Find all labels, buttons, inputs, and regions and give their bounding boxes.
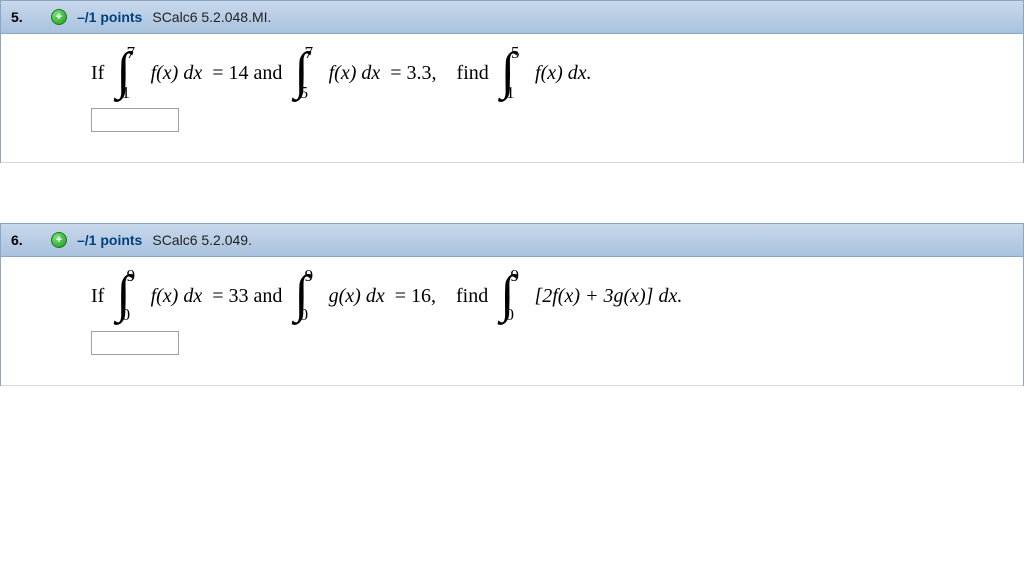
question-number: 5. — [11, 9, 41, 25]
text-if: If — [91, 62, 110, 85]
math-expression: If ∫ 9 0 f(x) dx = 33 and ∫ 9 0 g(x) dx … — [91, 275, 983, 319]
points-label: –/1 points — [77, 232, 142, 248]
integrand: [2f(x) + 3g(x)] dx. — [516, 285, 682, 308]
integral-upper: 7 — [305, 45, 314, 60]
integral-lower: 5 — [300, 85, 309, 100]
integral-lower: 1 — [506, 85, 515, 100]
integral-lower: 1 — [122, 85, 131, 100]
equals-text: = 16, — [389, 285, 442, 308]
integral-lower: 0 — [506, 307, 515, 322]
integral-lower: 0 — [300, 307, 309, 322]
integral-upper: 9 — [127, 268, 136, 283]
expand-icon[interactable]: + — [51, 232, 67, 248]
expand-icon[interactable]: + — [51, 9, 67, 25]
integral-upper: 9 — [510, 268, 519, 283]
answer-box — [91, 331, 983, 355]
problem-body: If ∫ 7 1 f(x) dx = 14 and ∫ 7 5 f(x) dx … — [1, 34, 1023, 163]
integral-lower: 0 — [122, 307, 131, 322]
integrand: f(x) dx — [133, 285, 203, 308]
problem-header: 6. + –/1 points SCalc6 5.2.049. — [1, 223, 1023, 257]
integrand: f(x) dx. — [517, 62, 592, 85]
integrand: g(x) dx — [311, 285, 385, 308]
problem-6: 6. + –/1 points SCalc6 5.2.049. If ∫ 9 0… — [0, 223, 1024, 386]
answer-input[interactable] — [91, 331, 179, 355]
integral-3: ∫ 5 1 f(x) dx. — [499, 52, 592, 96]
question-number: 6. — [11, 232, 41, 248]
integral-icon: ∫ 5 1 — [499, 49, 517, 96]
reference-label: SCalc6 5.2.049. — [152, 232, 252, 248]
integrand: f(x) dx — [133, 62, 203, 85]
integral-2: ∫ 7 5 f(x) dx — [292, 52, 380, 96]
integral-icon: ∫ 9 0 — [114, 272, 132, 319]
integral-icon: ∫ 9 0 — [498, 272, 516, 319]
integral-icon: ∫ 7 5 — [292, 49, 310, 96]
answer-input[interactable] — [91, 108, 179, 132]
points-label: –/1 points — [77, 9, 142, 25]
integral-1: ∫ 9 0 f(x) dx — [114, 275, 202, 319]
problem-5: 5. + –/1 points SCalc6 5.2.048.MI. If ∫ … — [0, 0, 1024, 163]
math-expression: If ∫ 7 1 f(x) dx = 14 and ∫ 7 5 f(x) dx … — [91, 52, 983, 96]
equals-text: = 33 and — [206, 285, 288, 308]
text-find: find — [446, 285, 494, 308]
integral-1: ∫ 7 1 f(x) dx — [114, 52, 202, 96]
reference-label: SCalc6 5.2.048.MI. — [152, 9, 271, 25]
integral-icon: ∫ 7 1 — [114, 49, 132, 96]
integral-upper: 5 — [511, 45, 520, 60]
text-if: If — [91, 285, 110, 308]
integrand: f(x) dx — [311, 62, 381, 85]
integral-icon: ∫ 9 0 — [292, 272, 310, 319]
integral-2: ∫ 9 0 g(x) dx — [292, 275, 384, 319]
text-find: find — [447, 62, 495, 85]
problem-header: 5. + –/1 points SCalc6 5.2.048.MI. — [1, 0, 1023, 34]
equals-text: = 3.3, — [384, 62, 442, 85]
integral-upper: 9 — [305, 268, 314, 283]
answer-box — [91, 108, 983, 132]
integral-upper: 7 — [127, 45, 136, 60]
problem-body: If ∫ 9 0 f(x) dx = 33 and ∫ 9 0 g(x) dx … — [1, 257, 1023, 386]
equals-text: = 14 and — [206, 62, 288, 85]
integral-3: ∫ 9 0 [2f(x) + 3g(x)] dx. — [498, 275, 682, 319]
